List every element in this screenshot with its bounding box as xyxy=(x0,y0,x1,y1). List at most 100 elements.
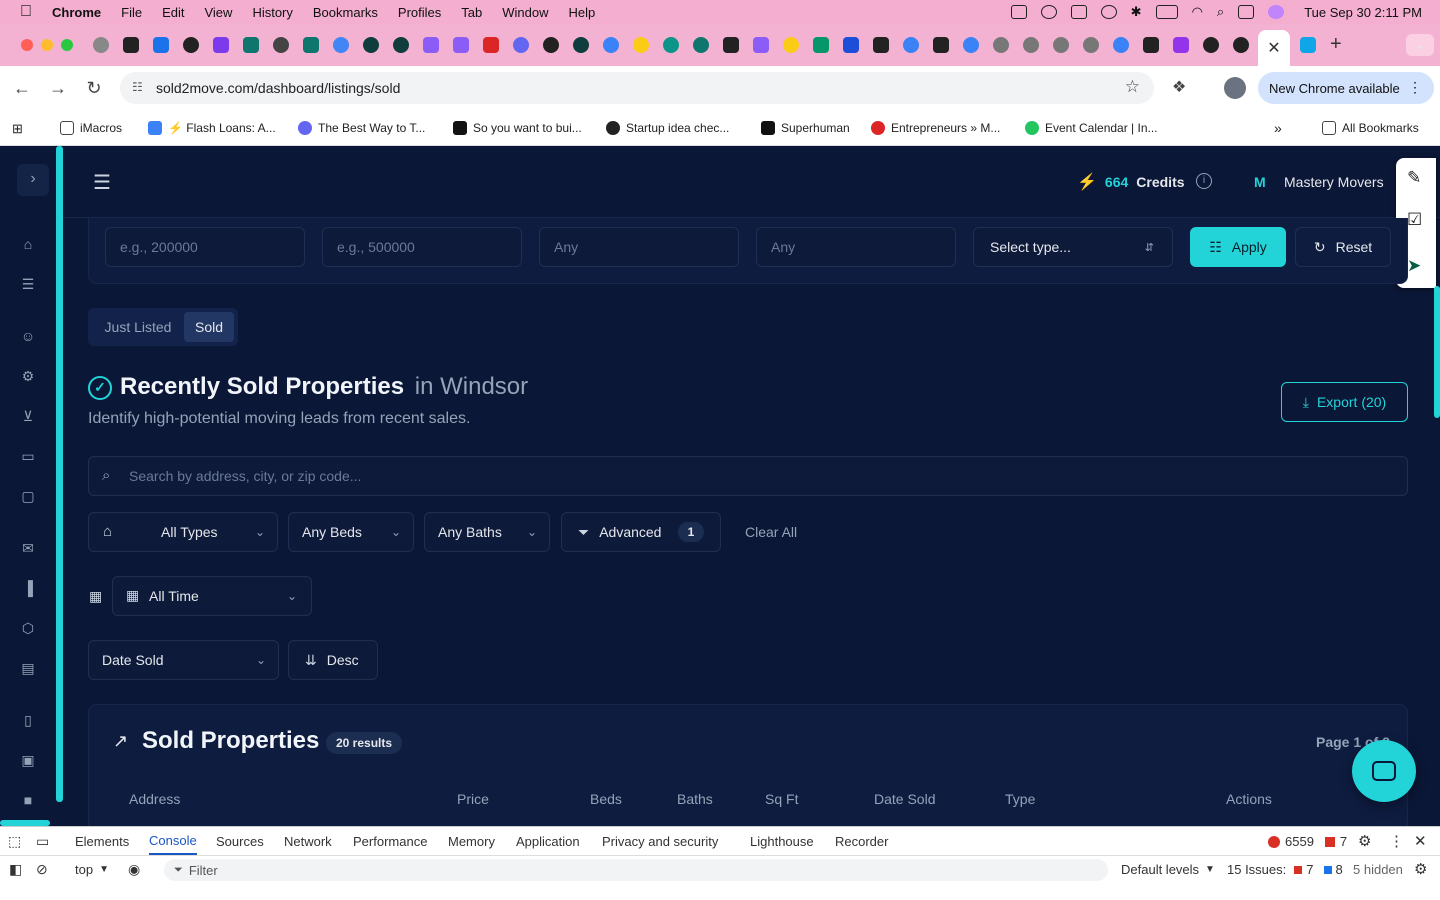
pen-edit-icon[interactable]: ✎ xyxy=(1407,168,1421,188)
clear-all-button[interactable]: Clear All xyxy=(745,524,797,540)
tab-favicon[interactable] xyxy=(1203,37,1219,53)
bookmark-so-you-want[interactable]: So you want to bui... xyxy=(453,110,582,146)
active-tab[interactable]: ✕ xyxy=(1258,30,1290,66)
error-counters[interactable]: 6559 7 xyxy=(1268,834,1347,849)
settings-gear-icon[interactable]: ⚙ xyxy=(19,368,37,384)
tab-favicon[interactable] xyxy=(1083,37,1099,53)
calendar-check-icon[interactable]: ☑ xyxy=(1407,210,1422,230)
tab-favicon[interactable] xyxy=(273,37,289,53)
tab-favicon[interactable] xyxy=(1233,37,1249,53)
archive-icon[interactable]: ▤ xyxy=(19,660,37,676)
type-select[interactable]: Select type... ⇵ xyxy=(973,227,1173,267)
column-date-sold[interactable]: Date Sold xyxy=(874,791,935,807)
column-sqft[interactable]: Sq Ft xyxy=(765,791,798,807)
tab-favicon[interactable] xyxy=(153,37,169,53)
sold-tab[interactable]: Sold xyxy=(184,312,234,342)
sidebar-toggle-icon[interactable]: ◧ xyxy=(9,861,22,878)
address-bar[interactable]: ☷ sold2move.com/dashboard/listings/sold … xyxy=(120,72,1154,104)
bookmark-star-icon[interactable]: ☆ xyxy=(1125,77,1140,97)
new-tab-icon[interactable]: + xyxy=(1330,33,1342,56)
airdrop-icon[interactable] xyxy=(1100,5,1117,19)
tab-favicon[interactable] xyxy=(423,37,439,53)
close-tab-icon[interactable]: ✕ xyxy=(1267,38,1280,58)
tab-favicon[interactable] xyxy=(573,37,589,53)
user-icon[interactable]: ☺ xyxy=(19,328,37,344)
extensions-puzzle-icon[interactable]: ❖ xyxy=(1172,77,1186,97)
console-filter-input[interactable]: ⏷ Filter xyxy=(164,859,1108,881)
bookmark-imacros[interactable]: iMacros xyxy=(60,110,122,146)
video-icon[interactable]: ■ xyxy=(19,792,37,808)
menu-app-name[interactable]: Chrome xyxy=(52,5,101,20)
url-text[interactable]: sold2move.com/dashboard/listings/sold xyxy=(156,80,400,96)
tab-favicon[interactable] xyxy=(123,37,139,53)
tab-favicon[interactable] xyxy=(363,37,379,53)
reset-button[interactable]: ↻ Reset xyxy=(1295,227,1391,267)
tab-favicon[interactable] xyxy=(483,37,499,53)
tab-favicon[interactable] xyxy=(963,37,979,53)
time-range-select[interactable]: ▦ All Time ⌄ xyxy=(112,576,312,616)
page-scrollbar-thumb[interactable] xyxy=(1434,286,1440,418)
baths-input[interactable]: Any xyxy=(756,227,956,267)
menu-tab[interactable]: Tab xyxy=(461,5,482,20)
tab-favicon[interactable] xyxy=(213,37,229,53)
apps-grid-icon[interactable]: ⊞ xyxy=(12,121,23,137)
minimize-window-button[interactable] xyxy=(41,39,53,51)
tab-favicon[interactable] xyxy=(1113,37,1129,53)
list-icon[interactable]: ☰ xyxy=(19,276,37,292)
credit-card-icon[interactable]: ▭ xyxy=(19,448,37,464)
hamburger-menu-icon[interactable]: ☰ xyxy=(93,170,111,195)
bookmark-flash-loans[interactable]: ⚡ Flash Loans: A... xyxy=(148,110,276,146)
vertical-scroll-indicator[interactable] xyxy=(56,146,63,802)
tab-favicon[interactable] xyxy=(393,37,409,53)
apple-icon[interactable]:  xyxy=(20,3,32,21)
reload-icon[interactable]: ↻ xyxy=(80,74,108,102)
tab-favicon[interactable] xyxy=(93,37,109,53)
devtools-tab-sources[interactable]: Sources xyxy=(216,827,264,855)
context-select[interactable]: top ▼ xyxy=(75,862,109,878)
tab-favicon[interactable] xyxy=(693,37,709,53)
tab-favicon[interactable] xyxy=(753,37,769,53)
devtools-tab-elements[interactable]: Elements xyxy=(75,827,129,855)
tab-favicon[interactable] xyxy=(633,37,649,53)
sort-order-button[interactable]: ⇊ Desc xyxy=(288,640,378,680)
back-arrow-icon[interactable]: ← xyxy=(8,74,36,102)
device-toolbar-icon[interactable]: ▭ xyxy=(36,833,49,850)
forward-arrow-icon[interactable]: → xyxy=(44,74,72,102)
cart-icon[interactable]: ⊻ xyxy=(19,408,37,424)
tab-favicon[interactable] xyxy=(993,37,1009,53)
mail-icon[interactable]: ✉ xyxy=(19,540,37,556)
min-price-input[interactable]: e.g., 200000 xyxy=(105,227,305,267)
google-icon[interactable] xyxy=(333,37,349,53)
search-input[interactable]: ⌕ Search by address, city, or zip code..… xyxy=(88,456,1408,496)
devtools-tab-privacy[interactable]: Privacy and security xyxy=(602,827,718,855)
tab-favicon[interactable] xyxy=(1143,37,1159,53)
devtools-tab-console[interactable]: Console xyxy=(149,827,197,855)
bluetooth-icon[interactable]: ✱ xyxy=(1131,4,1142,20)
column-beds[interactable]: Beds xyxy=(590,791,622,807)
profile-avatar[interactable] xyxy=(1224,77,1246,99)
control-center-icon[interactable] xyxy=(1238,5,1255,19)
just-listed-tab[interactable]: Just Listed xyxy=(92,312,184,342)
baths-select[interactable]: Any Baths ⌄ xyxy=(424,512,550,552)
kebab-menu-icon[interactable]: ⋮ xyxy=(1408,79,1422,96)
menu-bookmarks[interactable]: Bookmarks xyxy=(313,5,378,20)
tab-favicon[interactable] xyxy=(873,37,889,53)
apply-button[interactable]: ☷ Apply xyxy=(1190,227,1286,267)
devtools-tab-memory[interactable]: Memory xyxy=(448,827,495,855)
issues-summary[interactable]: 15 Issues: 7 8 xyxy=(1227,862,1343,877)
tab-favicon[interactable] xyxy=(303,37,319,53)
zoom-window-button[interactable] xyxy=(61,39,73,51)
github-icon[interactable] xyxy=(183,37,199,53)
clock[interactable]: Tue Sep 30 2:11 PM xyxy=(1304,5,1422,20)
expand-sidebar-chevron-icon[interactable]: › xyxy=(17,164,49,196)
tab-favicon[interactable] xyxy=(1023,37,1039,53)
tab-favicon[interactable] xyxy=(1173,37,1189,53)
log-levels-select[interactable]: Default levels ▼ xyxy=(1121,862,1215,878)
max-price-input[interactable]: e.g., 500000 xyxy=(322,227,522,267)
inspect-element-icon[interactable]: ⬚ xyxy=(8,833,21,850)
tab-favicon[interactable] xyxy=(243,37,259,53)
github-icon[interactable] xyxy=(543,37,559,53)
tab-favicon[interactable] xyxy=(1300,37,1316,53)
column-baths[interactable]: Baths xyxy=(677,791,713,807)
wifi-icon[interactable]: ◠ xyxy=(1192,4,1203,20)
